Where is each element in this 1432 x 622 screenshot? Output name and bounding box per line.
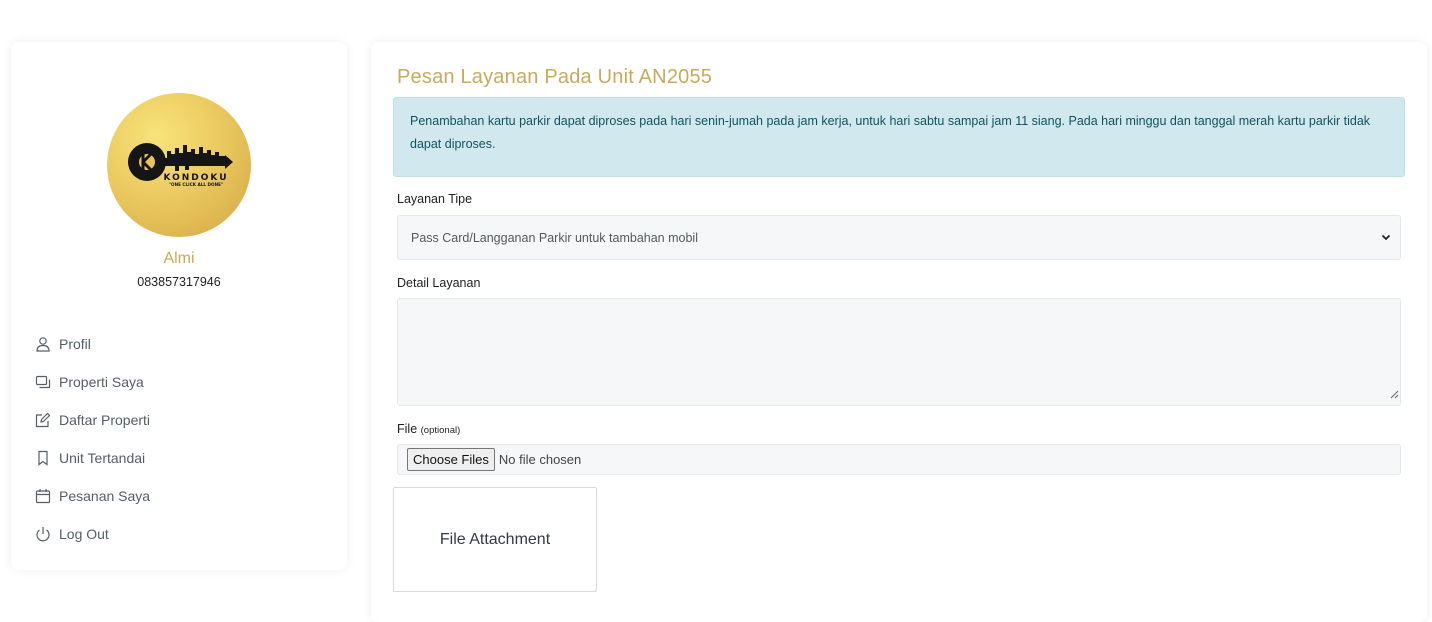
service-type-value: Pass Card/Langganan Parkir untuk tambaha… xyxy=(411,230,698,245)
file-input[interactable]: Choose Files No file chosen xyxy=(397,444,1401,475)
service-type-label: Layanan Tipe xyxy=(397,192,473,206)
avatar: KONDOKU "ONE CLICK ALL DONE" xyxy=(107,93,251,237)
service-type-select[interactable]: Pass Card/Langganan Parkir untuk tambaha… xyxy=(397,215,1401,260)
file-optional-hint: (optional) xyxy=(420,425,461,436)
sidebar-menu: Profil Properti Saya Daftar Properti Uni… xyxy=(35,325,150,553)
choose-files-button[interactable]: Choose Files xyxy=(407,448,495,471)
sidebar-item-label: Pesanan Saya xyxy=(59,488,151,504)
sidebar-item-pesanan-saya[interactable]: Pesanan Saya xyxy=(35,477,150,515)
sidebar-item-label: Log Out xyxy=(59,526,109,542)
kondoku-logo: KONDOKU "ONE CLICK ALL DONE" xyxy=(128,143,233,187)
file-label-text: File xyxy=(397,422,418,436)
bookmark-icon xyxy=(35,450,51,466)
sidebar-item-profil[interactable]: Profil xyxy=(35,325,150,363)
resize-handle-icon[interactable] xyxy=(1389,386,1399,404)
info-alert: Penambahan kartu parkir dapat diproses p… xyxy=(393,97,1405,177)
edit-icon xyxy=(35,412,51,428)
sidebar-item-properti-saya[interactable]: Properti Saya xyxy=(35,363,150,401)
user-phone: 083857317946 xyxy=(137,275,221,289)
detail-textarea[interactable] xyxy=(397,298,1401,406)
page-title: Pesan Layanan Pada Unit AN2055 xyxy=(397,66,713,88)
sidebar-item-label: Profil xyxy=(59,336,91,352)
sidebar-item-log-out[interactable]: Log Out xyxy=(35,515,150,553)
user-name: Almi xyxy=(163,250,195,267)
service-order-form: Pesan Layanan Pada Unit AN2055 Penambaha… xyxy=(371,42,1427,622)
sidebar-item-label: Properti Saya xyxy=(59,374,144,390)
svg-text:"ONE CLICK ALL DONE": "ONE CLICK ALL DONE" xyxy=(169,182,223,187)
calendar-icon xyxy=(35,488,51,504)
sidebar-item-daftar-properti[interactable]: Daftar Properti xyxy=(35,401,150,439)
power-icon xyxy=(35,526,51,542)
sidebar-item-unit-tertandai[interactable]: Unit Tertandai xyxy=(35,439,150,477)
user-icon xyxy=(35,336,51,352)
sidebar-item-label: Daftar Properti xyxy=(59,412,151,428)
detail-label: Detail Layanan xyxy=(397,276,481,290)
file-status: No file chosen xyxy=(498,452,582,467)
file-attachment-box[interactable]: File Attachment xyxy=(393,487,597,592)
file-label: File (optional) xyxy=(397,422,460,436)
chevron-down-icon xyxy=(1380,231,1392,246)
sidebar-item-label: Unit Tertandai xyxy=(59,450,146,466)
profile-sidebar: KONDOKU "ONE CLICK ALL DONE" Almi 083857… xyxy=(11,42,347,570)
properties-icon xyxy=(35,374,51,390)
